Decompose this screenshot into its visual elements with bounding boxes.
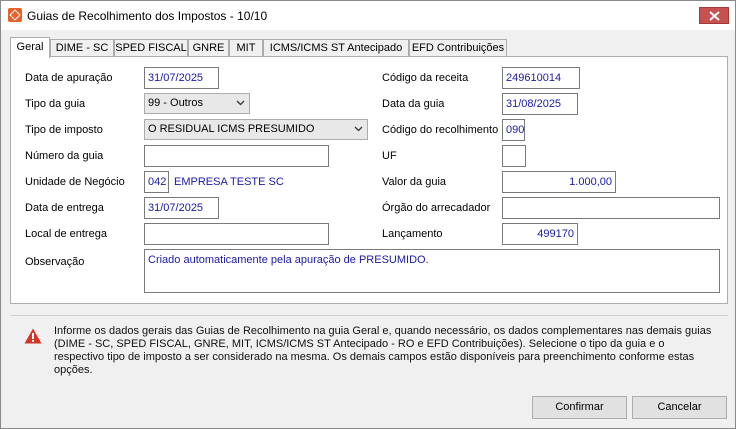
unidade-negocio-name: EMPRESA TESTE SC xyxy=(174,176,284,188)
tipo-guia-select[interactable]: 99 - Outros xyxy=(144,93,250,114)
tab-geral[interactable]: Geral xyxy=(10,37,50,58)
dialog-window: Guias de Recolhimento dos Impostos - 10/… xyxy=(0,0,736,429)
data-guia-label: Data da guia xyxy=(382,98,445,110)
unidade-negocio-code-field[interactable]: 042 xyxy=(144,171,169,193)
observacao-textarea[interactable]: Criado automaticamente pela apuração de … xyxy=(144,249,720,293)
data-entrega-field[interactable]: 31/07/2025 xyxy=(144,197,219,219)
info-message-area: Informe os dados gerais das Guias de Rec… xyxy=(10,315,728,382)
tab-gnre[interactable]: GNRE xyxy=(188,39,229,56)
local-entrega-field[interactable] xyxy=(144,223,329,245)
confirmar-button[interactable]: Confirmar xyxy=(532,396,627,419)
numero-guia-field[interactable] xyxy=(144,145,329,167)
lancamento-field[interactable]: 499170 xyxy=(502,223,578,245)
data-apuracao-label: Data de apuração xyxy=(25,72,113,84)
geral-panel: Data de apuração 31/07/2025 Tipo da guia… xyxy=(10,56,728,304)
data-guia-field[interactable]: 31/08/2025 xyxy=(502,93,578,115)
codigo-receita-field[interactable]: 249610014 xyxy=(502,67,580,89)
tipo-imposto-value: O RESIDUAL ICMS PRESUMIDO xyxy=(148,123,315,135)
chevron-down-icon xyxy=(236,100,245,106)
tab-mit[interactable]: MIT xyxy=(229,39,263,56)
tab-icms-antecipado[interactable]: ICMS/ICMS ST Antecipado xyxy=(263,39,409,56)
info-message-text: Informe os dados gerais das Guias de Rec… xyxy=(54,325,712,376)
data-entrega-label: Data de entrega xyxy=(25,202,104,214)
tab-efd-contribuicoes[interactable]: EFD Contribuições xyxy=(409,39,507,56)
data-apuracao-field[interactable]: 31/07/2025 xyxy=(144,67,219,89)
codigo-receita-label: Código da receita xyxy=(382,72,469,84)
tab-dime-sc[interactable]: DIME - SC xyxy=(50,39,114,56)
lancamento-label: Lançamento xyxy=(382,228,443,240)
app-icon xyxy=(8,8,22,22)
local-entrega-label: Local de entrega xyxy=(25,228,107,240)
orgao-arrecadador-label: Órgão do arrecadador xyxy=(382,202,491,214)
orgao-arrecadador-field[interactable] xyxy=(502,197,720,219)
cancelar-button[interactable]: Cancelar xyxy=(632,396,727,419)
tab-sped-fiscal[interactable]: SPED FISCAL xyxy=(114,39,188,56)
tipo-guia-label: Tipo da guia xyxy=(25,98,86,110)
valor-guia-field[interactable]: 1.000,00 xyxy=(502,171,616,193)
chevron-down-icon xyxy=(354,126,363,132)
observacao-label: Observação xyxy=(25,256,85,268)
warning-icon xyxy=(24,328,42,344)
window-title: Guias de Recolhimento dos Impostos - 10/… xyxy=(27,9,268,23)
close-button[interactable] xyxy=(699,7,729,24)
valor-guia-label: Valor da guia xyxy=(382,176,447,188)
uf-field[interactable] xyxy=(502,145,526,167)
unidade-negocio-label: Unidade de Negócio xyxy=(25,176,125,188)
tipo-guia-value: 99 - Outros xyxy=(148,97,204,109)
uf-label: UF xyxy=(382,150,397,162)
numero-guia-label: Número da guia xyxy=(25,150,104,162)
title-bar[interactable]: Guias de Recolhimento dos Impostos - 10/… xyxy=(1,1,735,30)
codigo-recolhimento-label: Código do recolhimento xyxy=(382,124,499,136)
tipo-imposto-select[interactable]: O RESIDUAL ICMS PRESUMIDO xyxy=(144,119,368,140)
close-icon xyxy=(709,11,720,21)
tipo-imposto-label: Tipo de imposto xyxy=(25,124,103,136)
codigo-recolhimento-field[interactable]: 090 xyxy=(502,119,525,141)
